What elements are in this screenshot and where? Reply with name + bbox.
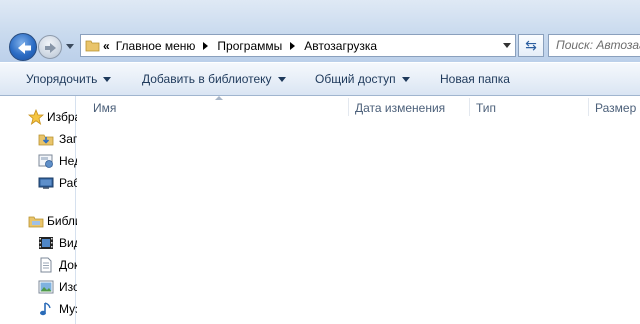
recent-pages-dropdown[interactable] [66, 44, 74, 50]
address-bar[interactable]: « Главное меню Программы Автозагрузка [80, 34, 516, 57]
new-folder-label: Новая папка [440, 72, 510, 86]
column-header-date-modified[interactable]: Дата изменения [355, 101, 445, 115]
column-divider[interactable] [469, 98, 470, 116]
arrow-right-icon [45, 43, 56, 53]
window-titlebar: « Главное меню Программы Автозагрузка ⇆ … [0, 0, 640, 62]
share-label: Общий доступ [315, 72, 396, 86]
chevron-down-icon [401, 77, 410, 83]
sort-ascending-icon [215, 96, 223, 100]
column-divider[interactable] [588, 98, 589, 116]
back-button[interactable] [9, 33, 37, 61]
recent-places-icon [38, 154, 53, 168]
organize-button[interactable]: Упорядочить [26, 72, 112, 86]
chevron-down-icon [277, 77, 286, 83]
desktop-icon [38, 177, 54, 189]
chevron-down-icon[interactable] [503, 43, 511, 48]
column-header-size[interactable]: Размер [595, 101, 636, 115]
refresh-button[interactable]: ⇆ [518, 34, 544, 57]
breadcrumb-programs[interactable]: Программы [217, 39, 282, 53]
libraries-icon [28, 216, 44, 228]
breadcrumb-startup[interactable]: Автозагрузка [304, 39, 377, 53]
add-to-library-label: Добавить в библиотеку [142, 72, 272, 86]
folder-icon [85, 40, 100, 52]
breadcrumb-arrow-icon[interactable] [287, 40, 299, 52]
downloads-folder-icon [38, 134, 54, 146]
file-list[interactable] [77, 118, 640, 324]
refresh-icon: ⇆ [525, 37, 537, 54]
music-note-icon [40, 302, 51, 316]
column-header-type[interactable]: Тип [476, 101, 496, 115]
navigation-pane: Избранное Загрузки Недавние места Рабочи… [0, 96, 150, 324]
organize-label: Упорядочить [26, 72, 98, 86]
chevron-down-icon [103, 77, 112, 83]
document-icon [40, 257, 52, 273]
breadcrumb-arrow-icon[interactable] [200, 40, 212, 52]
pictures-icon [38, 280, 54, 294]
forward-button[interactable] [38, 35, 62, 59]
star-icon [28, 109, 44, 125]
file-list-header: Имя Дата изменения Тип Размер [77, 96, 640, 118]
arrow-left-icon [18, 42, 31, 54]
add-to-library-button[interactable]: Добавить в библиотеку [142, 72, 286, 86]
video-icon [39, 237, 53, 249]
breadcrumb-start-menu[interactable]: Главное меню [116, 39, 196, 53]
column-header-name[interactable]: Имя [93, 101, 116, 115]
address-overflow-chevron[interactable]: « [103, 39, 110, 53]
share-button[interactable]: Общий доступ [315, 72, 410, 86]
column-divider[interactable] [348, 98, 349, 116]
command-bar: Упорядочить Добавить в библиотеку Общий … [0, 62, 640, 96]
search-input[interactable]: Поиск: Автозагрузка [548, 34, 640, 57]
new-folder-button[interactable]: Новая папка [440, 72, 510, 86]
